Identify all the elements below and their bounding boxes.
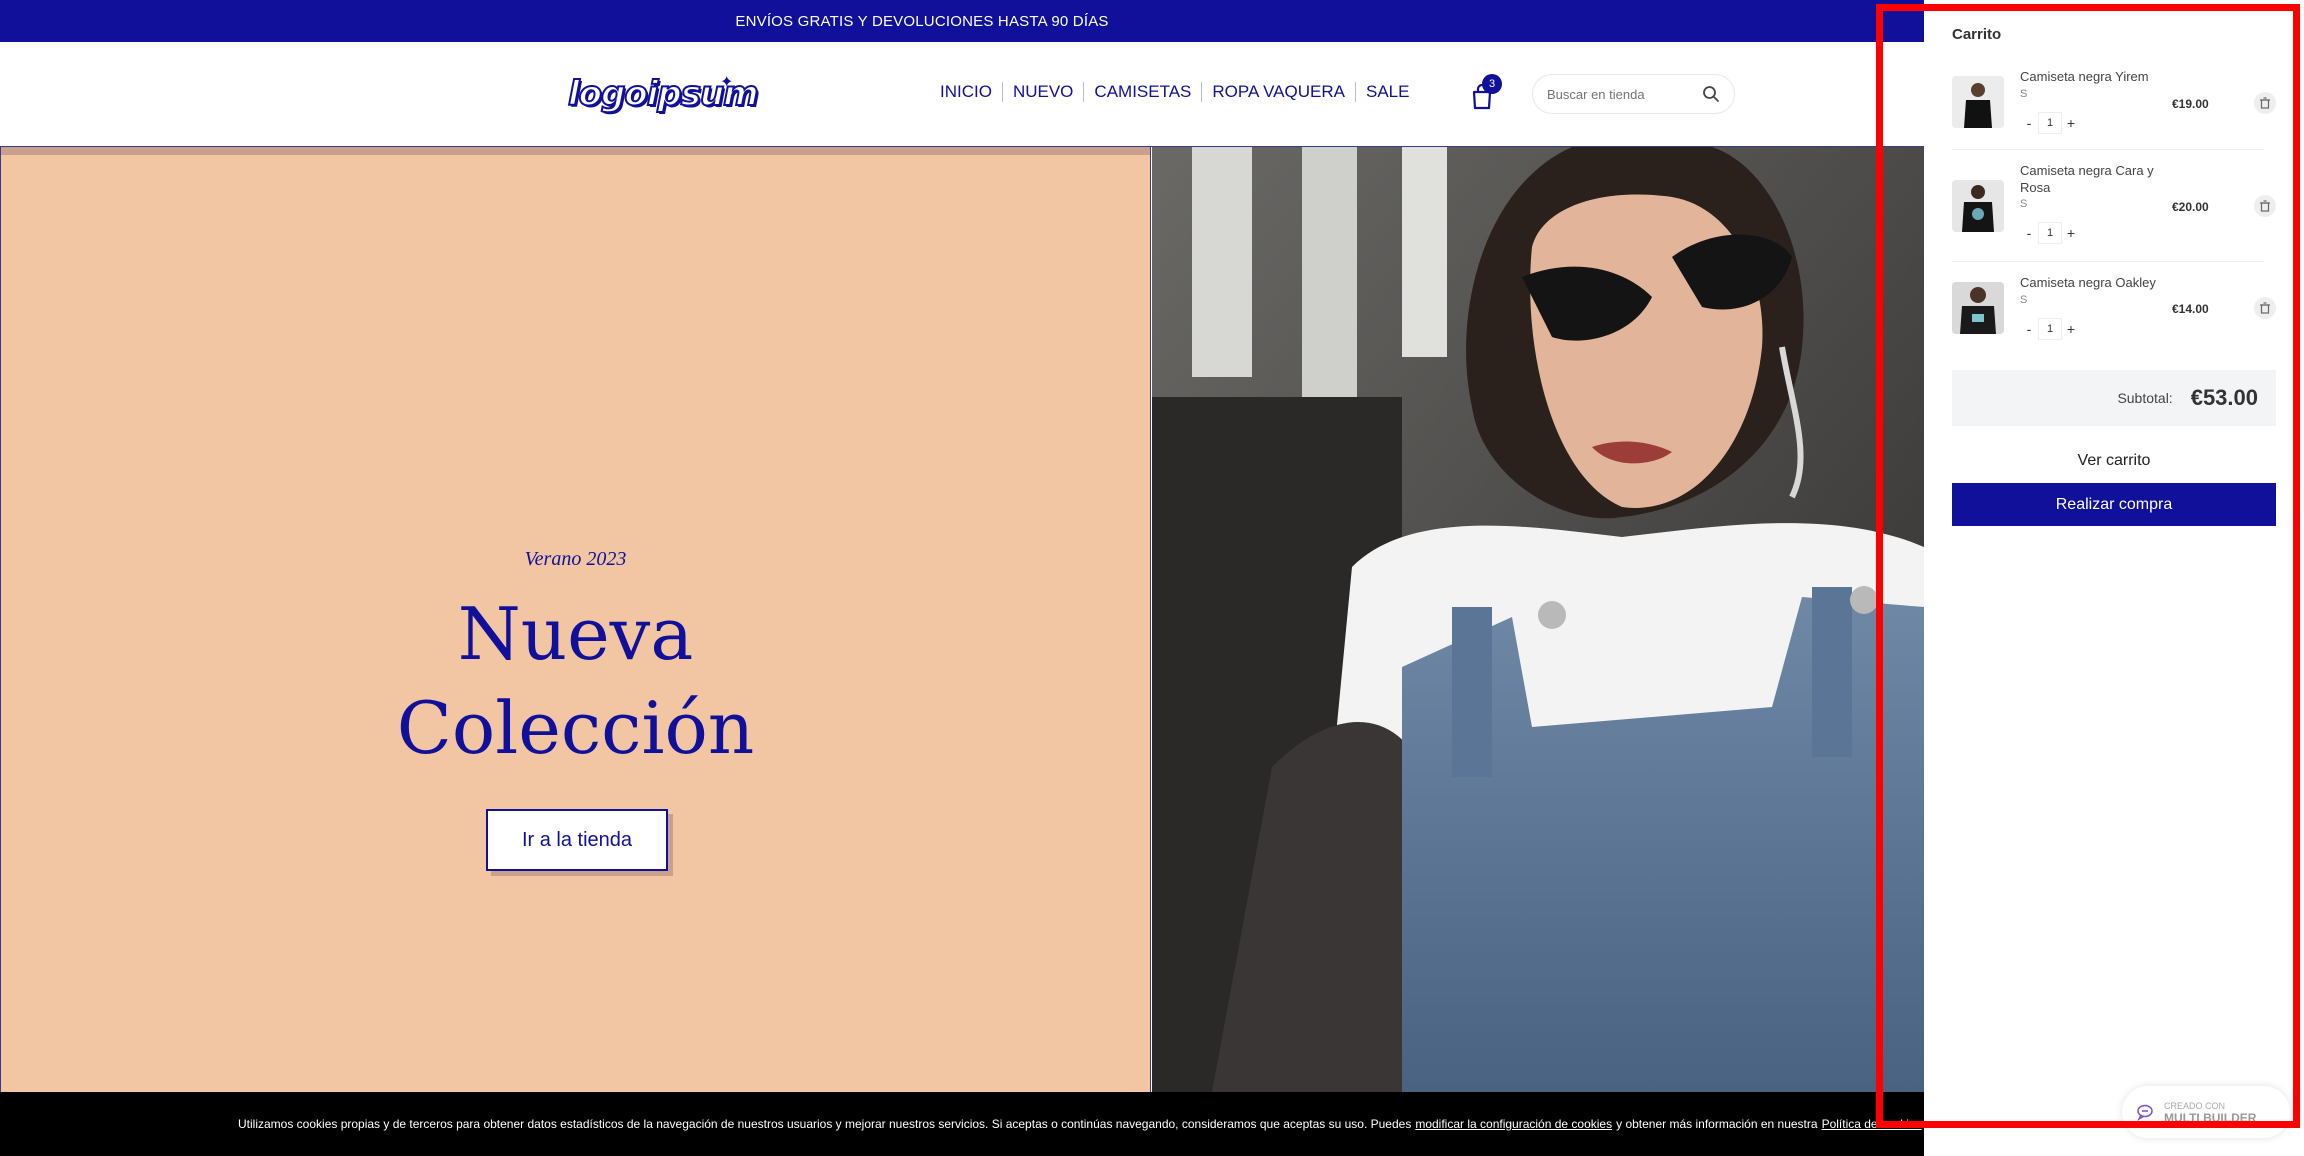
page: ENVÍOS GRATIS Y DEVOLUCIONES HASTA 90 DÍ…: [0, 0, 2304, 1156]
cart-item: Camiseta negra Yirem S - 1 + €19.00: [1952, 68, 2276, 150]
cart-item: Camiseta negra Cara y Rosa S - 1 + €20.0…: [1952, 162, 2276, 262]
quantity-stepper: - 1 +: [2020, 222, 2080, 244]
item-name[interactable]: Camiseta negra Cara y Rosa: [2020, 162, 2170, 196]
cookie-bar: Utilizamos cookies propias y de terceros…: [0, 1092, 1924, 1156]
nav-item-sale[interactable]: SALE: [1354, 82, 1419, 102]
item-price: €14.00: [2172, 302, 2209, 316]
item-price: €19.00: [2172, 97, 2209, 111]
trash-icon[interactable]: [2254, 297, 2276, 319]
decrease-qty-button[interactable]: -: [2020, 112, 2038, 134]
logo-star-icon: ✦: [720, 74, 734, 91]
hero-panel: Verano 2023 Nueva Colección Ir a la tien…: [0, 147, 1151, 1092]
cart-count-badge: 3: [1482, 74, 1502, 94]
item-name[interactable]: Camiseta negra Yirem: [2020, 68, 2170, 85]
builder-badge[interactable]: CREADO CON MULTI BUILDER: [2122, 1086, 2290, 1138]
qty-value[interactable]: 1: [2038, 318, 2062, 340]
cookie-text: Utilizamos cookies propias y de terceros…: [238, 1117, 1412, 1131]
item-size: S: [2020, 294, 2028, 306]
increase-qty-button[interactable]: +: [2062, 222, 2080, 244]
hero-title: Nueva Colección: [1, 587, 1150, 775]
decrease-qty-button[interactable]: -: [2020, 222, 2038, 244]
qty-value[interactable]: 1: [2038, 112, 2062, 134]
item-name[interactable]: Camiseta negra Oakley: [2020, 274, 2170, 291]
cart-drawer: Carrito Camiseta negra Yirem S - 1 + €19…: [1924, 0, 2304, 1156]
item-size: S: [2020, 198, 2028, 210]
cookie-text-2: y obtener más información en nuestra: [1616, 1117, 1818, 1131]
qty-value[interactable]: 1: [2038, 222, 2062, 244]
cookie-settings-link[interactable]: modificar la configuración de cookies: [1415, 1117, 1612, 1131]
nav-item-ropa-vaquera[interactable]: ROPA VAQUERA: [1201, 82, 1355, 102]
item-size: S: [2020, 88, 2028, 100]
increase-qty-button[interactable]: +: [2062, 318, 2080, 340]
shop-button[interactable]: Ir a la tienda: [486, 809, 668, 871]
nav-item-camisetas[interactable]: CAMISETAS: [1083, 82, 1201, 102]
hero-photo: [1152, 147, 1924, 1092]
trash-icon[interactable]: [2254, 195, 2276, 217]
product-thumbnail[interactable]: [1952, 76, 2004, 128]
product-thumbnail[interactable]: [1952, 282, 2004, 334]
hero-kicker: Verano 2023: [524, 548, 627, 570]
nav-item-nuevo[interactable]: NUEVO: [1001, 82, 1083, 102]
search-icon[interactable]: [1702, 85, 1720, 103]
subtotal-label: Subtotal:: [2117, 390, 2173, 406]
quantity-stepper: - 1 +: [2020, 112, 2080, 134]
cart-title: Carrito: [1952, 26, 2002, 43]
product-thumbnail[interactable]: [1952, 180, 2004, 232]
subtotal-value: €53.00: [2190, 385, 2258, 410]
search-input[interactable]: [1547, 86, 1697, 102]
cart-item: Camiseta negra Oakley S - 1 + €14.00: [1952, 274, 2276, 354]
cookie-policy-link[interactable]: Política de cookies: [1822, 1117, 1922, 1131]
hero-title-line1: Nueva: [457, 592, 694, 676]
view-cart-button[interactable]: Ver carrito: [1952, 446, 2276, 476]
increase-qty-button[interactable]: +: [2062, 112, 2080, 134]
trash-icon[interactable]: [2254, 92, 2276, 114]
subtotal-box: Subtotal: €53.00: [1952, 370, 2276, 426]
main-nav: INICIO NUEVO CAMISETAS ROPA VAQUERA SALE: [940, 82, 1419, 102]
search-box: [1532, 74, 1735, 114]
quantity-stepper: - 1 +: [2020, 318, 2080, 340]
item-price: €20.00: [2172, 200, 2209, 214]
model-photo-illustration: [1152, 147, 1924, 1092]
checkout-button[interactable]: Realizar compra: [1952, 483, 2276, 526]
nav-item-inicio[interactable]: INICIO: [940, 82, 1002, 102]
decrease-qty-button[interactable]: -: [2020, 318, 2038, 340]
announcement-text: ENVÍOS GRATIS Y DEVOLUCIONES HASTA 90 DÍ…: [735, 12, 1109, 30]
hero-top-strip: [1, 147, 1150, 155]
builder-name: MULTI BUILDER: [2164, 1111, 2257, 1125]
site-header: logoipsum ✦ INICIO NUEVO CAMISETAS ROPA …: [0, 42, 1924, 147]
hero-title-line2: Colección: [396, 686, 755, 770]
chat-bubble-icon: [2137, 1104, 2153, 1121]
